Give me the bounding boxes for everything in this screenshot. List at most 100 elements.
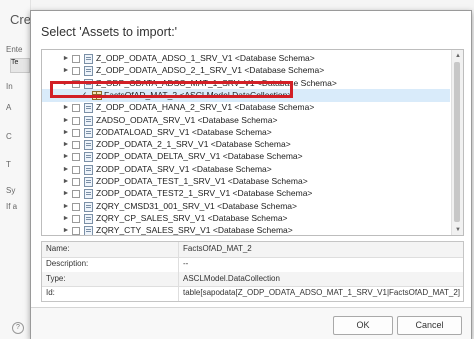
property-value: FactsOfAD_MAT_2 (183, 244, 252, 253)
expand-arrow-icon[interactable]: ► (62, 200, 70, 213)
ok-button[interactable]: OK (333, 316, 393, 335)
tree-item-checkbox[interactable] (72, 128, 80, 137)
tree-item-checkbox[interactable] (72, 55, 80, 63)
property-value: -- (183, 258, 189, 268)
database-schema-icon (84, 66, 93, 77)
expand-arrow-icon[interactable]: ► (62, 187, 70, 200)
asset-tree[interactable]: ► ZQRY_CTY_SALES_SRV_V1 <Database Schema>… (41, 49, 464, 236)
tree-item-label: Z_ODP_ODATA_ADSO_1_SRV_V1 <Database Sche… (96, 53, 315, 63)
tree-item-label: ZADSO_ODATA_SRV_V1 <Database Schema> (96, 114, 278, 125)
tree-item-checkbox[interactable] (72, 165, 80, 174)
tree-item-checkbox[interactable] (72, 202, 80, 211)
tree-item-label: ZODP_ODATA_TEST_1_SRV_V1 <Database Schem… (96, 176, 308, 186)
database-schema-icon (84, 54, 93, 64)
tree-item-label: ZQRY_CTY_SALES_SRV_V1 <Database Schema> (96, 225, 293, 236)
tree-item[interactable]: ► ZADSO_ODATA_SRV_V1 <Database Schema> (42, 114, 450, 127)
database-schema-icon (84, 226, 93, 235)
expand-arrow-icon[interactable]: ► (62, 52, 70, 65)
property-row: Id: table[sapodata[Z_ODP_ODATA_ADSO_MAT_… (42, 286, 463, 301)
tree-item[interactable]: ► ZQRY_CP_SALES_SRV_V1 <Database Schema> (42, 212, 450, 225)
cancel-button[interactable]: Cancel (397, 316, 462, 335)
background-label: Ente (6, 45, 23, 54)
tree-item[interactable]: ► ZODP_ODATA_TEST2_1_SRV_V1 <Database Sch… (42, 187, 450, 200)
tree-item-label: ZODP_ODATA_SRV_V1 <Database Schema> (96, 163, 272, 174)
tree-item[interactable]: ► ZQRY_CMSD31_001_SRV_V1 <Database Schema… (42, 200, 450, 213)
background-label: In (6, 82, 13, 91)
database-schema-icon (84, 152, 93, 163)
tree-item[interactable]: ► ZODP_ODATA_DELTA_SRV_V1 <Database Schem… (42, 150, 450, 163)
tree-item[interactable]: ► Z_ODP_ODATA_ADSO_2_1_SRV_V1 <Database S… (42, 64, 450, 77)
property-key: Type: (46, 273, 66, 283)
properties-table: Name: FactsOfAD_MAT_2 Description: -- Ty… (41, 241, 464, 302)
property-key: Name: (46, 244, 70, 253)
background-button[interactable]: Te (10, 58, 30, 73)
tree-item[interactable]: ► ZODP_ODATA_TEST_1_SRV_V1 <Database Sche… (42, 175, 450, 188)
expand-arrow-icon[interactable]: ► (62, 126, 70, 139)
tree-item[interactable]: ► ZODP_ODATA_2_1_SRV_V1 <Database Schema> (42, 138, 450, 151)
vertical-scrollbar[interactable]: ▲ ▼ (451, 50, 463, 235)
property-value: table[sapodata[Z_ODP_ODATA_ADSO_MAT_1_SR… (183, 288, 461, 298)
tree-item-label: ZQRY_CP_SALES_SRV_V1 <Database Schema> (96, 212, 288, 223)
scroll-up-icon[interactable]: ▲ (455, 53, 461, 59)
tree-item[interactable]: ► ZODATALOAD_SRV_V1 <Database Schema> (42, 126, 450, 139)
expand-arrow-icon[interactable]: ► (62, 64, 70, 77)
database-schema-icon (84, 177, 93, 187)
expand-arrow-icon[interactable]: ► (62, 150, 70, 163)
tree-item-checkbox[interactable] (72, 141, 80, 150)
property-row: Description: -- (42, 257, 463, 273)
background-label: Sy (6, 186, 16, 195)
tree-item[interactable]: ► Z_ODP_ODATA_ADSO_1_SRV_V1 <Database Sch… (42, 52, 450, 65)
database-schema-icon (84, 115, 93, 126)
database-schema-icon (84, 189, 93, 200)
database-schema-icon (84, 213, 93, 224)
property-key: Description: (46, 258, 89, 268)
background-label: T (6, 160, 11, 169)
column-divider (178, 242, 179, 301)
database-schema-icon (84, 164, 93, 175)
help-icon[interactable]: ? (12, 322, 24, 334)
tree-item-checkbox[interactable] (72, 227, 80, 235)
expand-arrow-icon[interactable]: ► (62, 114, 70, 127)
background-label: A (6, 103, 12, 112)
property-key: Id: (46, 288, 55, 298)
tree-item-label: ZODATALOAD_SRV_V1 <Database Schema> (96, 126, 272, 137)
highlight-annotation-box (50, 81, 293, 98)
tree-item-checkbox[interactable] (72, 190, 80, 199)
tree-item-label: ZQRY_CMSD31_001_SRV_V1 <Database Schema> (96, 200, 297, 211)
tree-item-checkbox[interactable] (72, 116, 80, 125)
background-title: Cre (10, 12, 31, 27)
database-schema-icon (84, 201, 93, 212)
expand-arrow-icon[interactable]: ► (62, 212, 70, 225)
tree-item-checkbox[interactable] (72, 67, 80, 76)
tree-item-checkbox[interactable] (72, 214, 80, 223)
expand-arrow-icon[interactable]: ► (62, 138, 70, 151)
tree-item-checkbox[interactable] (72, 178, 80, 186)
tree-item-label: ZODP_ODATA_DELTA_SRV_V1 <Database Schema… (96, 151, 303, 162)
expand-arrow-icon[interactable]: ► (62, 175, 70, 188)
background-label: C (6, 132, 12, 141)
expand-arrow-icon[interactable]: ► (62, 224, 70, 235)
database-schema-icon (84, 140, 93, 151)
expand-arrow-icon[interactable]: ► (62, 101, 70, 114)
tree-item-checkbox[interactable] (72, 104, 80, 113)
database-schema-icon (84, 127, 93, 138)
select-assets-dialog: Select 'Assets to import:' ► ZQRY_CTY_SAL… (30, 10, 472, 339)
tree-item-label: ZODP_ODATA_2_1_SRV_V1 <Database Schema> (96, 139, 291, 150)
property-value: ASCLModel.DataCollection (183, 273, 280, 283)
tree-item-label: Z_ODP_ODATA_HANA_2_SRV_V1 <Database Sche… (96, 102, 315, 113)
property-row: Name: FactsOfAD_MAT_2 (42, 242, 463, 258)
property-row: Type: ASCLModel.DataCollection (42, 271, 463, 288)
tree-item[interactable]: ► Z_ODP_ODATA_HANA_2_SRV_V1 <Database Sch… (42, 101, 450, 114)
dialog-title: Select 'Assets to import:' (41, 25, 178, 39)
expand-arrow-icon[interactable]: ► (62, 163, 70, 176)
tree-item[interactable]: ► ZQRY_CTY_SALES_SRV_V1 <Database Schema> (42, 224, 450, 236)
database-schema-icon (84, 103, 93, 114)
tree-item[interactable]: ► ZODP_ODATA_SRV_V1 <Database Schema> (42, 163, 450, 176)
dialog-footer: OK Cancel (31, 307, 471, 339)
tree-item-checkbox[interactable] (72, 153, 80, 162)
scroll-down-icon[interactable]: ▼ (455, 227, 461, 233)
tree-item-label: ZODP_ODATA_TEST2_1_SRV_V1 <Database Sche… (96, 188, 313, 199)
scrollbar-thumb[interactable] (454, 62, 460, 222)
background-label: If a (6, 202, 18, 211)
tree-item-label: Z_ODP_ODATA_ADSO_2_1_SRV_V1 <Database Sc… (96, 65, 325, 76)
